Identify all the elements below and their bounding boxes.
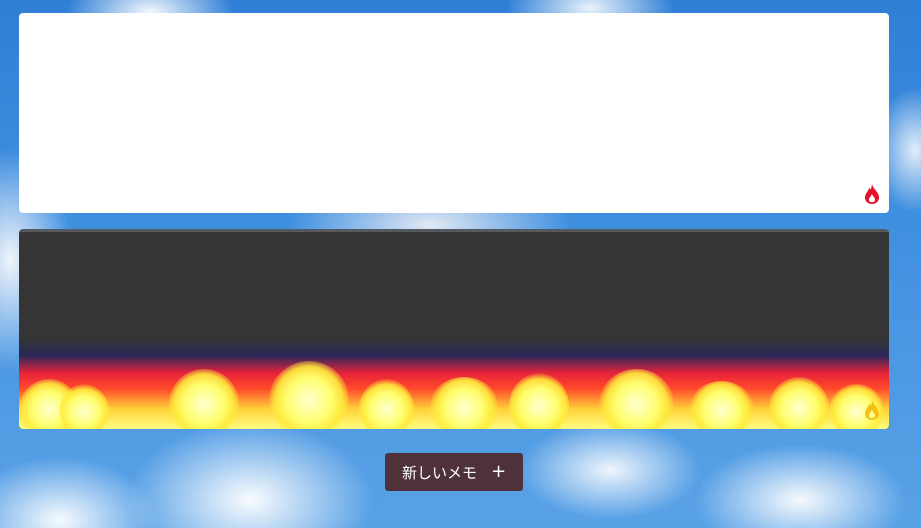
new-memo-label: 新しいメモ bbox=[401, 463, 477, 482]
fire-blob bbox=[359, 379, 414, 429]
fire-blob bbox=[599, 369, 674, 429]
flame-icon[interactable] bbox=[863, 183, 881, 205]
fire-blob bbox=[509, 373, 569, 429]
fire-blob bbox=[269, 361, 349, 429]
fire-blob bbox=[59, 384, 109, 429]
fire-blob bbox=[689, 381, 754, 429]
memo-card-burning bbox=[19, 229, 889, 429]
fire-blob bbox=[769, 377, 829, 429]
new-memo-button[interactable]: 新しいメモ + bbox=[385, 453, 523, 491]
memo-textarea[interactable] bbox=[19, 13, 889, 213]
fire-blob bbox=[169, 369, 239, 429]
plus-icon: + bbox=[490, 461, 507, 482]
fire-effect bbox=[19, 339, 889, 429]
fire-blob bbox=[429, 377, 499, 429]
flame-icon[interactable] bbox=[863, 399, 881, 421]
memo-card bbox=[19, 13, 889, 213]
